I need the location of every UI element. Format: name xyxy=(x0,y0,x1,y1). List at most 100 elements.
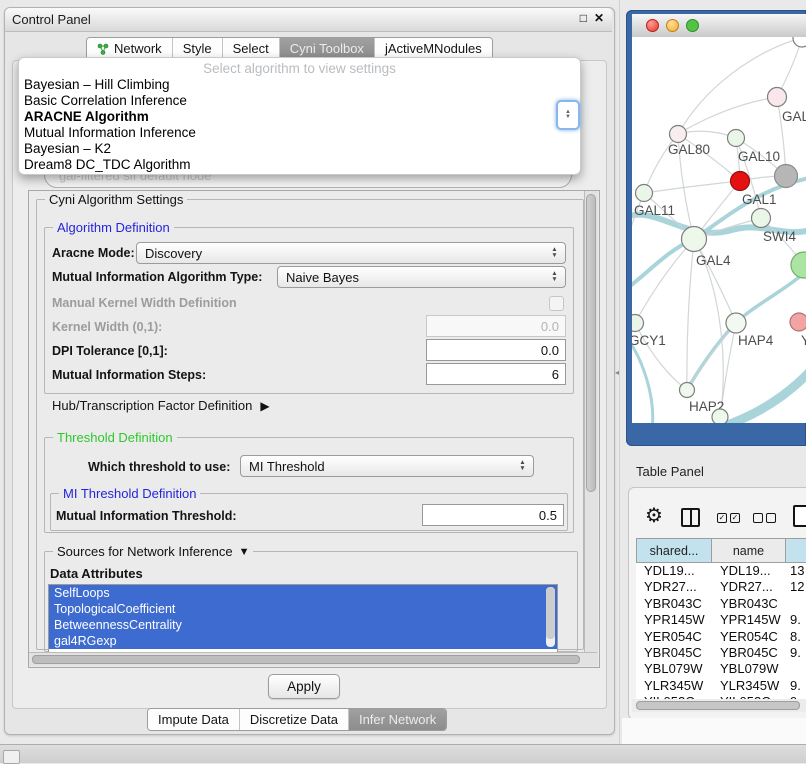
column-header-name[interactable]: name xyxy=(712,538,786,563)
attributes-scrollbar[interactable] xyxy=(546,587,555,647)
table-row[interactable]: YER054CYER054C8. xyxy=(636,629,806,645)
close-traffic-light[interactable] xyxy=(646,19,659,32)
attribute-item[interactable]: BetweennessCentrality xyxy=(49,617,557,633)
algorithm-option[interactable]: Mutual Information Inference xyxy=(19,125,580,141)
node-label: SWI4 xyxy=(763,229,796,244)
node-label: GAL10 xyxy=(738,149,780,164)
attribute-item[interactable]: SelfLoops xyxy=(49,585,557,601)
hub-definition-label: Hub/Transcription Factor Definition xyxy=(52,398,252,413)
algorithm-option[interactable]: Basic Correlation Inference xyxy=(19,93,580,109)
network-node[interactable] xyxy=(752,209,771,228)
tab-select[interactable]: Select xyxy=(222,38,279,59)
settings-horizontal-scrollbar[interactable] xyxy=(29,652,597,666)
network-node[interactable] xyxy=(791,252,806,278)
apply-button[interactable]: Apply xyxy=(268,674,340,699)
gear-icon[interactable]: ⚙ xyxy=(645,503,663,528)
table-row[interactable]: YBR043CYBR043C xyxy=(636,596,806,612)
network-node[interactable] xyxy=(632,315,644,332)
manual-kernel-width-label: Manual Kernel Width Definition xyxy=(52,296,237,310)
float-icon[interactable]: □ xyxy=(580,11,587,25)
tab-jactivemnodules[interactable]: jActiveMNodules xyxy=(374,38,492,59)
kernel-width-field[interactable]: 0.0 xyxy=(426,315,566,337)
scrollbar-thumb[interactable] xyxy=(32,655,580,664)
table-row[interactable]: YLR345WYLR345W9. xyxy=(636,678,806,694)
document-icon[interactable] xyxy=(793,505,806,527)
node-label: GAL xyxy=(782,109,806,124)
column-layout-icon[interactable] xyxy=(681,508,700,527)
mi-algorithm-type-select[interactable]: Naive Bayes ▲▼ xyxy=(277,266,566,288)
table-horizontal-scrollbar[interactable] xyxy=(632,699,806,712)
aracne-mode-value: Discovery xyxy=(145,246,202,261)
table-cell: 8. xyxy=(786,629,806,645)
sources-title-row[interactable]: Sources for Network Inference ▼ xyxy=(53,544,253,559)
table-cell: YDR27... xyxy=(712,579,786,595)
column-header-shared[interactable]: shared... xyxy=(636,538,712,563)
focused-combo-fragment[interactable]: ▲▼ xyxy=(556,100,580,130)
network-view[interactable]: GALGAL80GAL10GAL1GAL11SWI4GAL4GCY1HAP4YH… xyxy=(632,37,806,423)
which-threshold-select[interactable]: MI Threshold ▲▼ xyxy=(240,455,534,477)
algorithm-option[interactable]: Bayesian – Hill Climbing xyxy=(19,77,580,93)
column-header-extra[interactable] xyxy=(786,538,806,563)
dpi-tolerance-field[interactable]: 0.0 xyxy=(426,339,566,361)
table-row[interactable]: YDR27...YDR27...12 xyxy=(636,579,806,595)
tab-impute-data[interactable]: Impute Data xyxy=(148,709,239,730)
scrollbar-thumb[interactable] xyxy=(586,194,596,492)
manual-kernel-width-checkbox[interactable] xyxy=(549,296,564,311)
stepper-icon: ▲▼ xyxy=(549,247,560,259)
algorithm-option[interactable]: Bayesian – K2 xyxy=(19,141,580,157)
algorithm-option[interactable]: Dream8 DC_TDC Algorithm xyxy=(19,157,580,173)
network-node[interactable] xyxy=(682,227,707,252)
minimize-traffic-light[interactable] xyxy=(666,19,679,32)
mi-threshold-field[interactable]: 0.5 xyxy=(422,504,564,526)
tab-infer-network[interactable]: Infer Network xyxy=(348,709,446,730)
close-icon[interactable]: ✕ xyxy=(594,11,604,25)
table-cell: YDL19... xyxy=(712,563,786,579)
control-panel-title: Control Panel xyxy=(12,12,91,27)
network-node[interactable] xyxy=(670,126,687,143)
control-panel-titlebar[interactable]: Control Panel □ ✕ xyxy=(5,8,612,32)
deselect-all-checkboxes-icon[interactable] xyxy=(753,513,776,523)
network-node[interactable] xyxy=(728,130,745,147)
table-row[interactable]: YDL19...YDL19...13 xyxy=(636,563,806,579)
mi-steps-field[interactable]: 6 xyxy=(426,363,566,385)
splitter-handle[interactable]: ◂ xyxy=(615,368,621,378)
tab-style[interactable]: Style xyxy=(172,38,222,59)
tab-discretize-data[interactable]: Discretize Data xyxy=(239,709,348,730)
tab-network[interactable]: Network xyxy=(87,38,172,59)
tab-cyni-toolbox[interactable]: Cyni Toolbox xyxy=(279,38,374,59)
select-all-checkboxes-icon[interactable]: ✓✓ xyxy=(717,513,740,523)
network-node[interactable] xyxy=(636,185,653,202)
algorithm-dropdown-popup: Select algorithm to view settings Bayesi… xyxy=(18,57,581,175)
table-header: shared... name xyxy=(636,538,806,563)
sources-title: Sources for Network Inference xyxy=(57,544,233,559)
network-node[interactable] xyxy=(731,172,750,191)
network-node[interactable] xyxy=(790,313,806,331)
table-cell: YER054C xyxy=(636,629,712,645)
node-label: GAL1 xyxy=(742,192,777,207)
dpi-tolerance-label: DPI Tolerance [0,1]: xyxy=(52,344,168,358)
network-node[interactable] xyxy=(793,37,806,47)
hub-definition-toggle[interactable]: Hub/Transcription Factor Definition ▶ xyxy=(52,398,270,413)
network-node[interactable] xyxy=(712,409,728,423)
network-window-titlebar[interactable] xyxy=(632,14,806,38)
network-node[interactable] xyxy=(775,165,798,188)
data-attributes-label: Data Attributes xyxy=(50,566,143,581)
settings-vertical-scrollbar[interactable] xyxy=(584,191,598,665)
attribute-item[interactable]: TopologicalCoefficient xyxy=(49,601,557,617)
network-node[interactable] xyxy=(768,88,787,107)
table-cell: YDL19... xyxy=(636,563,712,579)
table-row[interactable]: YPR145WYPR145W9. xyxy=(636,612,806,628)
network-node[interactable] xyxy=(726,313,746,333)
data-attributes-list[interactable]: SelfLoops TopologicalCoefficient Between… xyxy=(48,584,558,653)
scrollbar-thumb[interactable] xyxy=(636,701,800,710)
zoom-traffic-light[interactable] xyxy=(686,19,699,32)
aracne-mode-label: Aracne Mode: xyxy=(52,246,135,260)
table-row[interactable]: YBR045CYBR045C9. xyxy=(636,645,806,661)
algorithm-option-selected[interactable]: ARACNE Algorithm xyxy=(19,109,580,125)
attribute-item[interactable]: gal4RGexp xyxy=(49,633,557,649)
collapse-arrow-icon: ▼ xyxy=(239,546,250,558)
aracne-mode-select[interactable]: Discovery ▲▼ xyxy=(136,242,566,264)
table-row[interactable]: YBL079WYBL079W xyxy=(636,661,806,677)
network-node[interactable] xyxy=(680,383,695,398)
mi-threshold-label: Mutual Information Threshold: xyxy=(56,509,237,523)
